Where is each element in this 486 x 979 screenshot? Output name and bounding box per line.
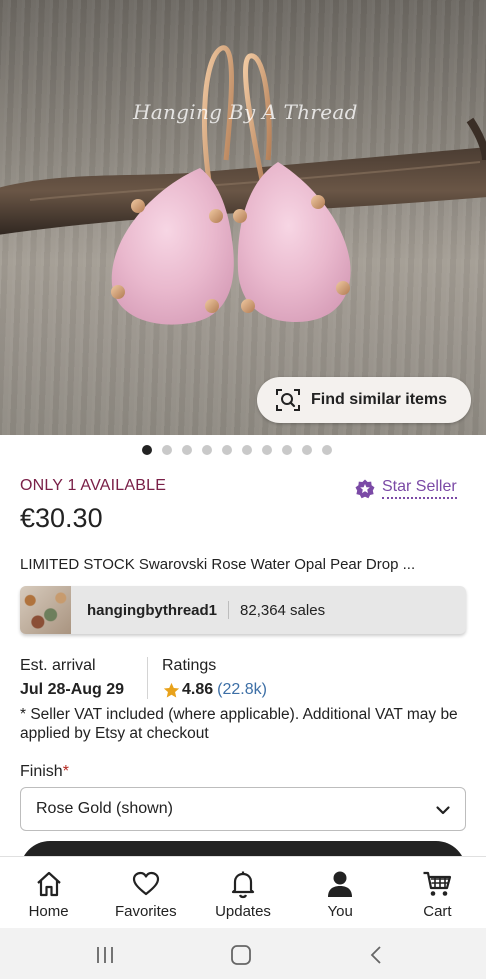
pager-dot[interactable] — [162, 445, 172, 455]
shop-link[interactable]: hangingbythread1 82,364 sales — [20, 586, 466, 634]
est-arrival-label: Est. arrival — [20, 657, 96, 674]
listing-title[interactable]: LIMITED STOCK Swarovski Rose Water Opal … — [20, 556, 470, 573]
person-icon — [328, 871, 353, 897]
nav-label: Updates — [215, 903, 271, 920]
pager-dot[interactable] — [202, 445, 212, 455]
shop-thumbnail — [20, 586, 71, 634]
bell-icon — [231, 871, 255, 899]
star-badge-icon — [355, 479, 375, 498]
ratings-count[interactable]: (22.8k) — [217, 681, 267, 699]
divider — [147, 657, 148, 699]
price: €30.30 — [20, 503, 103, 533]
image-pager — [142, 445, 332, 455]
nav-label: You — [327, 903, 353, 920]
home-button-icon[interactable] — [230, 944, 252, 966]
star-seller-label: Star Seller — [382, 478, 457, 499]
nav-cart[interactable]: Cart — [389, 857, 486, 928]
pager-dot-active[interactable] — [142, 445, 152, 455]
est-arrival-value: Jul 28-Aug 29 — [20, 681, 125, 698]
pager-dot[interactable] — [262, 445, 272, 455]
home-icon — [36, 871, 61, 897]
nav-home[interactable]: Home — [0, 857, 97, 928]
star-icon — [163, 682, 180, 698]
nav-label: Cart — [423, 903, 452, 920]
pager-dot[interactable] — [322, 445, 332, 455]
earrings-photo — [0, 45, 486, 325]
ratings-value: 4.86 — [182, 681, 214, 698]
nav-label: Favorites — [114, 903, 177, 920]
recent-apps-icon[interactable] — [94, 944, 116, 966]
nav-label: Home — [28, 903, 69, 920]
bottom-nav: Home Favorites Updates You Cart — [0, 856, 486, 928]
star-seller-badge[interactable]: Star Seller — [355, 478, 457, 499]
divider — [228, 601, 230, 619]
nav-you[interactable]: You — [292, 857, 389, 928]
shop-name: hangingbythread1 — [87, 601, 218, 619]
pager-dot[interactable] — [222, 445, 232, 455]
system-nav-bar — [0, 928, 486, 979]
ratings-summary[interactable]: 4.86 (22.8k) — [163, 681, 267, 699]
shop-watermark: Hanging By A Thread — [133, 100, 358, 124]
required-mark: * — [62, 763, 69, 780]
pager-dot[interactable] — [242, 445, 252, 455]
pager-dot[interactable] — [282, 445, 292, 455]
availability-text: ONLY 1 AVAILABLE — [20, 477, 167, 494]
find-similar-label: Find similar items — [311, 391, 448, 408]
product-image[interactable]: Hanging By A Thread Find similar items — [0, 0, 486, 435]
finish-selected-value: Rose Gold (shown) — [36, 800, 173, 817]
vat-note: * Seller VAT included (where applicable)… — [20, 706, 458, 742]
finish-label: Finish* — [20, 763, 69, 781]
nav-favorites[interactable]: Favorites — [97, 857, 194, 928]
pager-dot[interactable] — [302, 445, 312, 455]
visual-search-icon — [276, 389, 300, 411]
shop-sales-count: 82,364 sales — [240, 601, 326, 619]
back-icon[interactable] — [366, 944, 388, 966]
pager-dot[interactable] — [182, 445, 192, 455]
ratings-label: Ratings — [162, 657, 217, 674]
heart-icon — [132, 871, 159, 896]
chevron-down-icon — [436, 806, 450, 815]
finish-label-text: Finish — [20, 763, 63, 780]
find-similar-button[interactable]: Find similar items — [257, 377, 471, 423]
nav-updates[interactable]: Updates — [194, 857, 291, 928]
cart-icon — [423, 871, 452, 896]
finish-select[interactable]: Rose Gold (shown) — [20, 787, 466, 831]
